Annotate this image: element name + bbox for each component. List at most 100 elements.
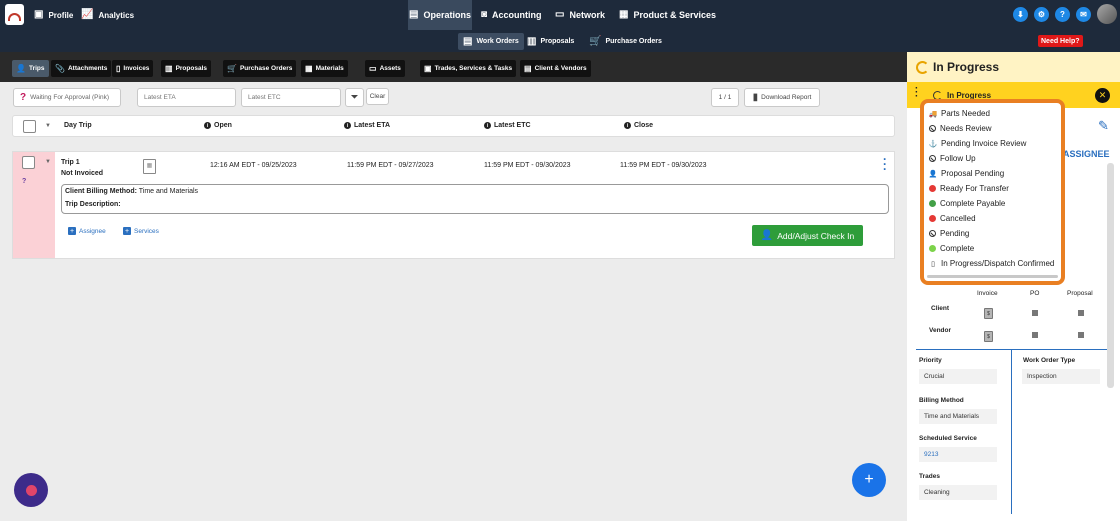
nav-operations[interactable]: ▤ Operations	[408, 0, 472, 30]
company-logo[interactable]	[5, 4, 24, 25]
select-all-checkbox[interactable]	[23, 120, 36, 133]
network-icon: ▭	[555, 9, 565, 20]
download-report-button[interactable]: ▮ Download Report	[744, 88, 820, 107]
user-clock-icon: 👤	[760, 229, 774, 241]
tab-trips[interactable]: 👤 Trips	[12, 60, 49, 77]
tab-trades-services-tasks[interactable]: ▣ Trades, Services & Tasks	[420, 60, 517, 77]
nav-accounting[interactable]: ◙ Accounting	[481, 0, 542, 30]
clipboard-icon: ▤	[463, 35, 473, 47]
tab-attachments[interactable]: 📎 Attachments	[51, 60, 112, 77]
tab-client-vendors[interactable]: ▤ Client & Vendors	[520, 60, 591, 77]
latest-eta-input[interactable]	[137, 88, 236, 107]
cart-icon: 🛒	[227, 63, 237, 73]
invoice-icon: ▯	[116, 63, 121, 73]
gear-icon[interactable]: ⚙	[1034, 7, 1049, 22]
tab-assets[interactable]: ▭ Assets	[365, 60, 405, 77]
row-checkbox[interactable]	[22, 156, 35, 169]
status-option-in-progress-dispatch-confirmed[interactable]: ▯ In Progress/Dispatch Confirmed	[929, 259, 1054, 268]
invoice-file-icon[interactable]: $	[984, 331, 993, 342]
priority-label: Priority	[919, 357, 942, 364]
clear-button[interactable]: Clear	[366, 88, 389, 105]
col-day-trip[interactable]: Day Trip	[64, 122, 92, 129]
proposal-square-icon[interactable]	[1078, 310, 1084, 316]
scheduled-service-link[interactable]: 9213	[919, 447, 997, 462]
panel-header: In Progress	[907, 52, 1120, 82]
pencil-icon[interactable]: ✎	[1098, 118, 1109, 134]
status-option-cancelled[interactable]: Cancelled	[929, 214, 976, 223]
pagination[interactable]: 1 / 1	[711, 88, 739, 107]
filter-button[interactable]: ⏷	[345, 88, 364, 107]
add-assignee-link[interactable]: + Assignee	[68, 227, 106, 235]
tab-materials[interactable]: ▦ Materials	[301, 60, 348, 77]
help-icon[interactable]: ?	[1055, 7, 1070, 22]
status-option-parts-needed[interactable]: 🚚 Parts Needed	[929, 109, 990, 118]
po-square-icon[interactable]	[1032, 332, 1038, 338]
kebab-menu-icon[interactable]: · · ·	[883, 153, 887, 175]
trip-latest-etc: 11:59 PM EDT - 09/30/2023	[484, 162, 571, 169]
add-fab-button[interactable]: +	[852, 463, 886, 497]
sub-nav: ▤ Work Orders ▥ Proposals 🛒 Purchase Orders	[0, 30, 1120, 52]
nav-network[interactable]: ▭ Network	[555, 0, 605, 30]
status-option-pending-invoice-review[interactable]: ⚓ Pending Invoice Review	[929, 139, 1027, 148]
chevron-down-icon[interactable]: ▼	[45, 123, 51, 129]
status-option-proposal-pending[interactable]: 👤 Proposal Pending	[929, 169, 1005, 178]
subnav-work-orders[interactable]: ▤ Work Orders	[458, 33, 524, 50]
cart-plus-icon: ▥	[527, 35, 537, 47]
col-open[interactable]: i Open	[204, 122, 232, 129]
download-circle-icon[interactable]: ⬇	[1013, 7, 1028, 22]
doc-icon: ▯	[931, 260, 935, 268]
status-option-complete[interactable]: Complete	[929, 244, 974, 253]
add-services-link[interactable]: + Services	[123, 227, 159, 235]
green-check-icon	[929, 245, 936, 252]
top-nav: ▣ Profile 📈 Analytics ▤ Operations ◙ Account…	[0, 0, 1120, 30]
avatar[interactable]	[1097, 4, 1117, 24]
add-adjust-check-in-button[interactable]: 👤 Add/Adjust Check In	[752, 225, 863, 246]
info-icon: i	[204, 122, 211, 129]
proposal-square-icon[interactable]	[1078, 332, 1084, 338]
chat-widget-button[interactable]	[14, 473, 48, 507]
status-dropdown: 🚚 Parts Needed Needs Review ⚓ Pending Invo…	[920, 99, 1065, 285]
dropdown-scrollbar[interactable]	[927, 275, 1058, 278]
status-option-needs-review[interactable]: Needs Review	[929, 124, 992, 133]
po-square-icon[interactable]	[1032, 310, 1038, 316]
nav-profile[interactable]: ▣ Profile	[34, 0, 73, 30]
subnav-proposals[interactable]: ▥ Proposals	[522, 33, 579, 50]
panel-scrollbar[interactable]	[1107, 163, 1114, 388]
nav-products[interactable]: ▦ Product & Services	[619, 0, 716, 30]
latest-etc-input[interactable]	[241, 88, 341, 107]
tab-proposals[interactable]: ▥ Proposals	[161, 60, 211, 77]
chevron-down-icon[interactable]: ▼	[45, 159, 51, 165]
col-latest-etc[interactable]: i Latest ETC	[484, 122, 531, 129]
spinner-icon	[916, 60, 929, 74]
billing-method-label: Billing Method	[919, 397, 964, 404]
kebab-menu-icon[interactable]: · · ·	[915, 84, 918, 102]
invoice-file-icon[interactable]: $	[984, 308, 993, 319]
row-vendor: Vendor	[929, 327, 952, 334]
status-option-ready-for-transfer[interactable]: Ready For Transfer	[929, 184, 1009, 193]
ban-icon	[929, 230, 936, 237]
tab-purchase-orders[interactable]: 🛒 Purchase Orders	[223, 60, 297, 77]
subnav-purchase-orders[interactable]: 🛒 Purchase Orders	[584, 33, 667, 50]
ban-icon	[929, 155, 936, 162]
col-latest-eta[interactable]: i Latest ETA	[344, 122, 390, 129]
nav-analytics[interactable]: 📈 Analytics	[81, 0, 134, 30]
billing-method-value: Time and Materials	[138, 188, 199, 195]
chat-icon[interactable]: ✉	[1076, 7, 1091, 22]
need-help-button[interactable]: Need Help?	[1038, 35, 1083, 47]
tab-invoices[interactable]: ▯ Invoices	[112, 60, 154, 77]
status-filter[interactable]: ? Waiting For Approval (Pink)	[13, 88, 121, 107]
tab-assignee[interactable]: ASSIGNEE	[1063, 149, 1110, 159]
divider	[916, 349, 1108, 350]
col-close[interactable]: i Close	[624, 122, 653, 129]
billing-method-label: Client Billing Method:	[65, 188, 137, 195]
table-row[interactable]: ▼ ? Trip 1 Not Invoiced ▦ 12:16 AM EDT -…	[12, 151, 895, 259]
status-option-pending[interactable]: Pending	[929, 229, 969, 238]
chart-line-icon: 📈	[81, 9, 94, 20]
status-option-follow-up[interactable]: Follow Up	[929, 154, 976, 163]
status-option-complete-payable[interactable]: Complete Payable	[929, 199, 1005, 208]
paperclip-icon: 📎	[55, 63, 65, 73]
trip-invoice-status: Not Invoiced	[61, 170, 104, 177]
col-proposal: Proposal	[1067, 290, 1093, 297]
close-icon[interactable]: ✕	[1095, 88, 1110, 103]
panel-title: In Progress	[933, 60, 1000, 74]
